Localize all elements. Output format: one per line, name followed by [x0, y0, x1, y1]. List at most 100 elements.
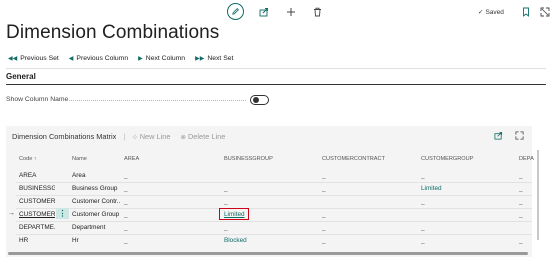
area-cell[interactable]: _	[124, 224, 128, 231]
expand-icon[interactable]	[537, 4, 552, 19]
scrollbar-track	[537, 150, 539, 240]
customergroup-cell[interactable]: Limited	[421, 185, 442, 192]
new-line-label: New Line	[139, 132, 171, 141]
field-leader-dots	[66, 100, 246, 101]
matrix-title: Dimension Combinations Matrix	[12, 132, 117, 141]
name-cell: Hr	[72, 237, 79, 244]
pencil-icon[interactable]	[227, 3, 244, 20]
businessgroup-cell[interactable]: Limited	[224, 211, 245, 218]
column-header-code[interactable]: Code ↑	[19, 156, 37, 162]
customercontract-cell[interactable]: _	[322, 224, 326, 231]
next-set-label: Next Set	[207, 55, 234, 62]
name-cell: Customer Group	[72, 211, 120, 218]
previous-column-button[interactable]: ◀ Previous Column	[69, 55, 128, 62]
column-header-businessgroup[interactable]: BUSINESSGROUP	[224, 156, 273, 162]
delete-line-button[interactable]: ⊗ Delete Line	[181, 132, 226, 141]
code-cell[interactable]: CUSTOMER...	[19, 211, 55, 218]
delete-line-label: Delete Line	[187, 132, 226, 141]
share-icon[interactable]	[256, 4, 271, 19]
depa-cell[interactable]: _	[519, 211, 523, 218]
left-arrow-icon: ◀	[68, 56, 74, 62]
businessgroup-cell[interactable]: _	[224, 185, 228, 192]
show-column-name-toggle[interactable]	[250, 95, 269, 105]
code-cell[interactable]: CUSTOMER...	[19, 198, 55, 205]
next-column-button[interactable]: ▶ Next Column	[138, 55, 185, 62]
page-title: Dimension Combinations	[6, 22, 220, 43]
code-cell[interactable]: BUSINESSG...	[19, 185, 55, 192]
customercontract-cell[interactable]: _	[322, 237, 326, 244]
customergroup-cell[interactable]: _	[421, 172, 425, 179]
table-row-selected[interactable]: → CUSTOMER... ⋮ Customer Group _ Limited…	[6, 208, 532, 221]
code-cell[interactable]: DEPARTME...	[19, 224, 55, 231]
column-header-name[interactable]: Name	[72, 156, 87, 162]
depa-cell[interactable]: _	[519, 198, 523, 205]
table-row[interactable]: HR Hr _ Blocked _ _ _	[6, 235, 532, 247]
businessgroup-cell[interactable]: _	[224, 198, 228, 205]
businessgroup-cell[interactable]: Blocked	[224, 237, 247, 244]
name-cell: Customer Contr...	[72, 198, 120, 205]
toggle-knob	[253, 97, 259, 103]
matrix-toolbar-icons	[494, 131, 524, 142]
customergroup-cell[interactable]: _	[421, 237, 425, 244]
show-column-name-label: Show Column Name	[6, 96, 69, 103]
saved-status: ✓ Saved	[478, 8, 504, 17]
depa-cell[interactable]: _	[519, 185, 523, 192]
new-line-icon: ⊹	[132, 133, 138, 141]
row-menu-icon[interactable]: ⋮	[56, 208, 69, 219]
plus-icon[interactable]	[283, 4, 298, 19]
check-icon: ✓	[478, 9, 484, 16]
navigation-actions: ◀◀ Previous Set ◀ Previous Column ▶ Next…	[8, 55, 243, 62]
customergroup-cell[interactable]: _	[421, 198, 425, 205]
area-cell[interactable]: _	[124, 198, 128, 205]
row-pointer-icon: →	[8, 210, 15, 217]
saved-label: Saved	[485, 8, 504, 16]
businessgroup-cell[interactable]: _	[224, 224, 228, 231]
customercontract-cell[interactable]: _	[322, 172, 326, 179]
share-icon[interactable]	[494, 131, 503, 142]
vertical-scrollbar[interactable]	[536, 150, 540, 240]
bookmark-icon[interactable]	[518, 4, 533, 19]
depa-cell[interactable]: _	[519, 237, 523, 244]
customercontract-cell[interactable]: _	[322, 211, 326, 218]
area-cell[interactable]: _	[124, 172, 128, 179]
code-cell[interactable]: AREA	[19, 172, 55, 179]
column-header-area[interactable]: AREA	[124, 156, 139, 162]
trash-icon[interactable]	[310, 4, 325, 19]
depa-cell[interactable]: _	[519, 172, 523, 179]
dimension-combinations-matrix: Dimension Combinations Matrix | ⊹ New Li…	[6, 126, 534, 257]
area-cell[interactable]: _	[124, 211, 128, 218]
horizontal-scrollbar[interactable]	[8, 252, 528, 255]
customercontract-cell[interactable]: _	[322, 185, 326, 192]
next-column-label: Next Column	[145, 55, 186, 62]
column-header-customercontract[interactable]: CUSTOMERCONTRACT	[322, 156, 385, 162]
table-row[interactable]: CUSTOMER... Customer Contr... _ _ _ _	[6, 196, 532, 208]
previous-set-button[interactable]: ◀◀ Previous Set	[8, 55, 59, 62]
column-header-customergroup[interactable]: CUSTOMERGROUP	[421, 156, 473, 162]
delete-line-icon: ⊗	[180, 133, 186, 141]
previous-column-label: Previous Column	[76, 55, 129, 62]
name-cell: Business Group	[72, 185, 118, 192]
section-underline	[6, 84, 546, 85]
expand-icon[interactable]	[515, 131, 524, 142]
right-arrow-icon: ▶	[138, 56, 143, 62]
name-cell: Area	[72, 172, 86, 179]
column-header-depa[interactable]: DEPA	[519, 156, 534, 162]
code-cell[interactable]: HR	[19, 237, 55, 244]
customergroup-cell[interactable]: _	[421, 224, 425, 231]
name-cell: Department	[72, 224, 106, 231]
matrix-header: Dimension Combinations Matrix | ⊹ New Li…	[12, 132, 235, 141]
top-action-bar: ✓ Saved	[0, 0, 552, 24]
double-right-arrow-icon: ▶▶	[195, 56, 205, 62]
header-separator: |	[123, 132, 126, 141]
area-cell[interactable]: _	[124, 185, 128, 192]
double-left-arrow-icon: ◀◀	[8, 56, 18, 62]
area-cell[interactable]: _	[124, 237, 128, 244]
table-row[interactable]: DEPARTME... Department _ _ _ _	[6, 222, 532, 234]
previous-set-label: Previous Set	[20, 55, 59, 62]
new-line-button[interactable]: ⊹ New Line	[132, 132, 170, 141]
general-section-title[interactable]: General	[6, 72, 36, 81]
divider	[6, 68, 546, 69]
next-set-button[interactable]: ▶▶ Next Set	[195, 55, 233, 62]
table-row[interactable]: BUSINESSG... Business Group _ _ _ Limite…	[6, 183, 532, 195]
table-row[interactable]: AREA Area _ _ _ _	[6, 170, 532, 182]
